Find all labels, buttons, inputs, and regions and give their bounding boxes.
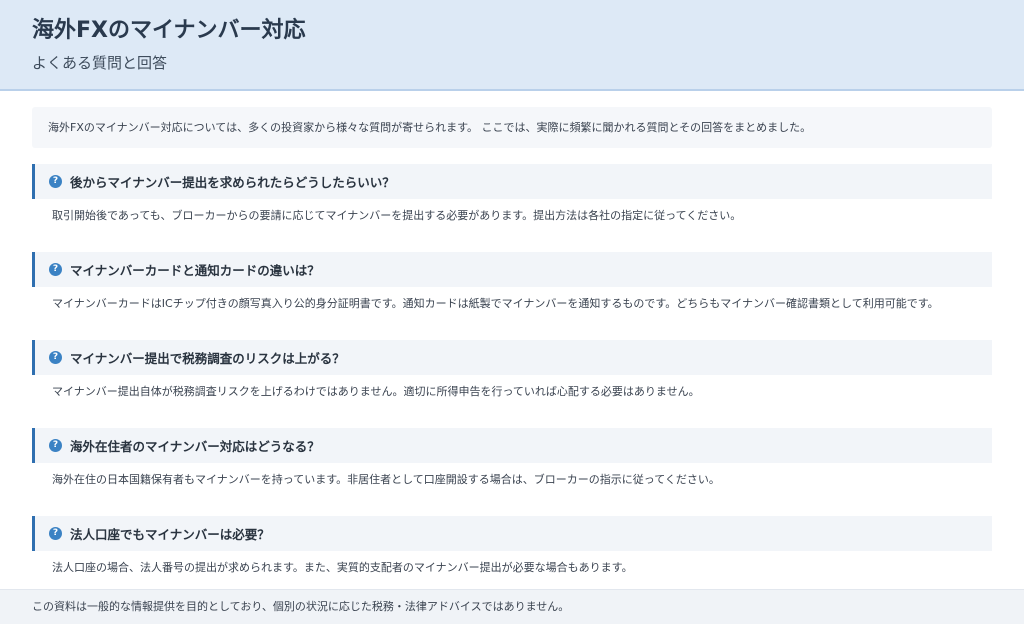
- question-icon: ?: [49, 263, 62, 276]
- faq-content: 海外FXのマイナンバー対応については、多くの投資家から様々な質問が寄せられます。…: [32, 107, 992, 585]
- answer-text: 取引開始後であっても、ブローカーからの要請に応じてマイナンバーを提出する必要があ…: [52, 209, 742, 222]
- question-text: 法人口座でもマイナンバーは必要？: [70, 527, 270, 542]
- faq-item: ? 海外在住者のマイナンバー対応はどうなる？ 海外在住の日本国籍保有者もマイナン…: [32, 428, 992, 497]
- question-icon: ?: [49, 175, 62, 188]
- question-icon: ?: [49, 439, 62, 452]
- question-heading: ? マイナンバー提出で税務調査のリスクは上がる？: [32, 340, 992, 375]
- page-subtitle: よくある質問と回答: [32, 54, 168, 72]
- answer-text: マイナンバーカードはICチップ付きの顔写真入り公的身分証明書です。通知カードは紙…: [52, 297, 939, 310]
- page-title: 海外FXのマイナンバー対応: [32, 18, 306, 43]
- question-heading: ? マイナンバーカードと通知カードの違いは？: [32, 252, 992, 287]
- question-text: マイナンバー提出で税務調査のリスクは上がる？: [70, 351, 345, 366]
- answer-text: 海外在住の日本国籍保有者もマイナンバーを持っています。非居住者として口座開設する…: [52, 473, 720, 486]
- question-icon: ?: [49, 527, 62, 540]
- question-text: 海外在住者のマイナンバー対応はどうなる？: [70, 439, 320, 454]
- disclaimer-footer: この資料は一般的な情報提供を目的としており、個別の状況に応じた税務・法律アドバイ…: [0, 589, 1024, 624]
- faq-item: ? 後からマイナンバー提出を求められたらどうしたらいい？ 取引開始後であっても、…: [32, 164, 992, 233]
- question-heading: ? 海外在住者のマイナンバー対応はどうなる？: [32, 428, 992, 463]
- intro-text: 海外FXのマイナンバー対応については、多くの投資家から様々な質問が寄せられます。…: [32, 107, 992, 148]
- faq-item: ? マイナンバーカードと通知カードの違いは？ マイナンバーカードはICチップ付き…: [32, 252, 992, 321]
- question-text: 後からマイナンバー提出を求められたらどうしたらいい？: [70, 175, 395, 190]
- question-text: マイナンバーカードと通知カードの違いは？: [70, 263, 320, 278]
- faq-item: ? マイナンバー提出で税務調査のリスクは上がる？ マイナンバー提出自体が税務調査…: [32, 340, 992, 409]
- question-icon: ?: [49, 351, 62, 364]
- answer-text: 法人口座の場合、法人番号の提出が求められます。また、実質的支配者のマイナンバー提…: [52, 561, 633, 574]
- answer-text: マイナンバー提出自体が税務調査リスクを上げるわけではありません。適切に所得申告を…: [52, 385, 700, 398]
- page-header: 海外FXのマイナンバー対応 よくある質問と回答: [0, 0, 1024, 91]
- question-heading: ? 後からマイナンバー提出を求められたらどうしたらいい？: [32, 164, 992, 199]
- faq-item: ? 法人口座でもマイナンバーは必要？ 法人口座の場合、法人番号の提出が求められま…: [32, 516, 992, 585]
- question-heading: ? 法人口座でもマイナンバーは必要？: [32, 516, 992, 551]
